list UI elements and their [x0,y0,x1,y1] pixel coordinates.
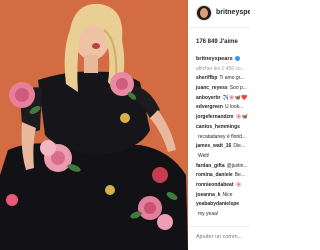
caption-username[interactable]: britneyspears [196,56,233,62]
comment-username[interactable]: yeababydanielspe [196,201,239,207]
comment-text: Nice [222,191,233,198]
avatar[interactable] [196,5,212,21]
comment-text: @justin... [226,162,248,169]
comment-text: 🌸 [235,181,242,188]
post-side-panel: britneyspears 176 849 J'aime britneyspea… [188,0,250,250]
comment-username[interactable]: joeanna_k [196,192,220,198]
comment-composer [188,226,250,250]
comment-row: sheriffbp Ti amo gr... [196,74,250,84]
comment-row: cantos_hemmings [196,123,250,133]
comment-text: Soo p... [229,85,247,92]
header-username[interactable]: britneyspears [216,9,250,16]
post-header: britneyspears [188,0,250,28]
comment-row: romina_daniele Be... [196,171,250,181]
comment-username[interactable]: edvergreen [196,104,223,110]
post-photo-illustration [0,0,188,250]
comment-row: james_watt_16 Die... [196,142,250,152]
comment-username[interactable]: fardan_gifta [196,163,225,169]
load-more-comments-link[interactable]: afficher les 1 456 co... [196,65,250,75]
comment-row: anboyerbr ✈️🌸🦋❤️ [196,94,250,104]
comment-row: recatadaney é florid... [196,133,250,143]
comment-username[interactable]: ronnieondabeat [196,182,234,188]
comment-row: joeanna_k Nice [196,191,250,201]
comment-username[interactable]: jorgefernandzm [196,114,234,120]
comment-username[interactable]: james_watt_16 [196,143,231,149]
comment-row: juanc_reyess Soo p... [196,84,250,94]
comment-text: Die... [233,143,245,150]
comment-row: ronnieondabeat 🌸 [196,181,250,191]
comment-username[interactable]: cantos_hemmings [196,124,240,130]
comment-row: my yeaa! [196,210,250,220]
comment-username[interactable]: sheriffbp [196,75,217,81]
comment-text: ✈️🌸🦋❤️ [222,94,248,101]
comment-text: recatadaney é florid... [198,133,247,140]
comment-username[interactable]: romina_daniele [196,172,233,178]
comment-row: jorgefernandzm 🌸🦋 [196,113,250,123]
comment-row: fardan_gifta @justin... [196,162,250,172]
comment-input[interactable] [196,234,250,240]
comment-username[interactable]: anboyerbr [196,95,220,101]
comment-text: my yeaa! [198,211,219,217]
verified-badge-icon [235,56,241,62]
post-photo[interactable] [0,0,188,250]
comment-username[interactable]: juanc_reyess [196,85,228,91]
comment-text: Ti amo gr... [219,75,245,82]
comment-text: 🌸🦋 [235,114,248,121]
comment-row: Welt! [196,152,250,162]
comment-text: Welt! [198,152,210,159]
likes-count[interactable]: 176 849 J'aime [196,39,238,45]
comments-list: britneyspears afficher les 1 456 co... s… [196,55,250,220]
comment-row: edvergreen U look... [196,103,250,113]
comment-text: U look... [224,104,244,111]
comment-row: yeababydanielspe [196,200,250,210]
comment-text: Be... [234,172,245,179]
caption: britneyspears [196,55,250,65]
